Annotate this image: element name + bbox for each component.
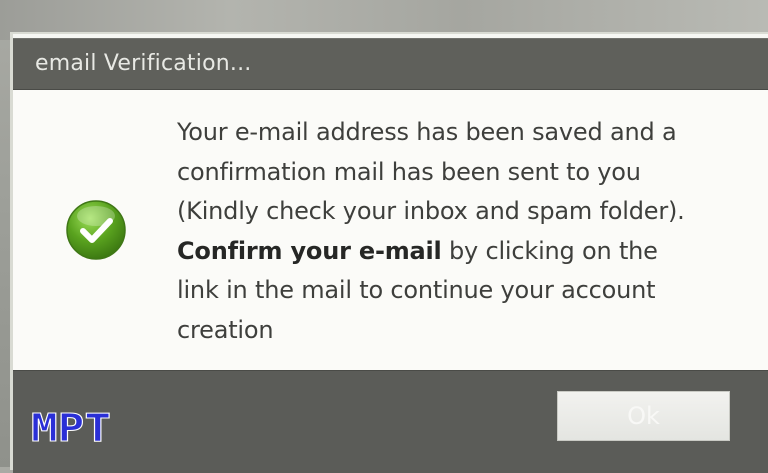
- message-line: (Kindly check your inbox and spam folder…: [177, 197, 685, 225]
- message-line-rest: by clicking on the: [441, 236, 658, 265]
- verification-message: Your e-mail address has been saved and a…: [177, 113, 767, 350]
- svg-text:MPT: MPT: [31, 406, 111, 447]
- dialog-content: Your e-mail address has been saved and a…: [13, 90, 768, 370]
- message-line: link in the mail to continue your accoun…: [177, 276, 656, 304]
- mpt-watermark-logo: MPT: [31, 406, 111, 448]
- dialog-footer: Ok: [13, 370, 768, 473]
- message-line: Confirm your e-mail by clicking on the: [177, 232, 767, 272]
- confirm-email-emphasis: Confirm your e-mail: [177, 236, 442, 265]
- message-line: confirmation mail has been sent to you: [177, 157, 641, 186]
- message-line: creation: [177, 315, 274, 344]
- dialog-title: email Verification...: [35, 51, 252, 76]
- message-line: Your e-mail address has been saved and a: [177, 118, 677, 146]
- dialog-titlebar: email Verification...: [13, 38, 768, 90]
- ok-button[interactable]: Ok: [557, 391, 730, 441]
- checkmark-success-icon: [66, 200, 126, 260]
- email-verification-dialog: email Verification... Your e-mail addres…: [10, 32, 768, 473]
